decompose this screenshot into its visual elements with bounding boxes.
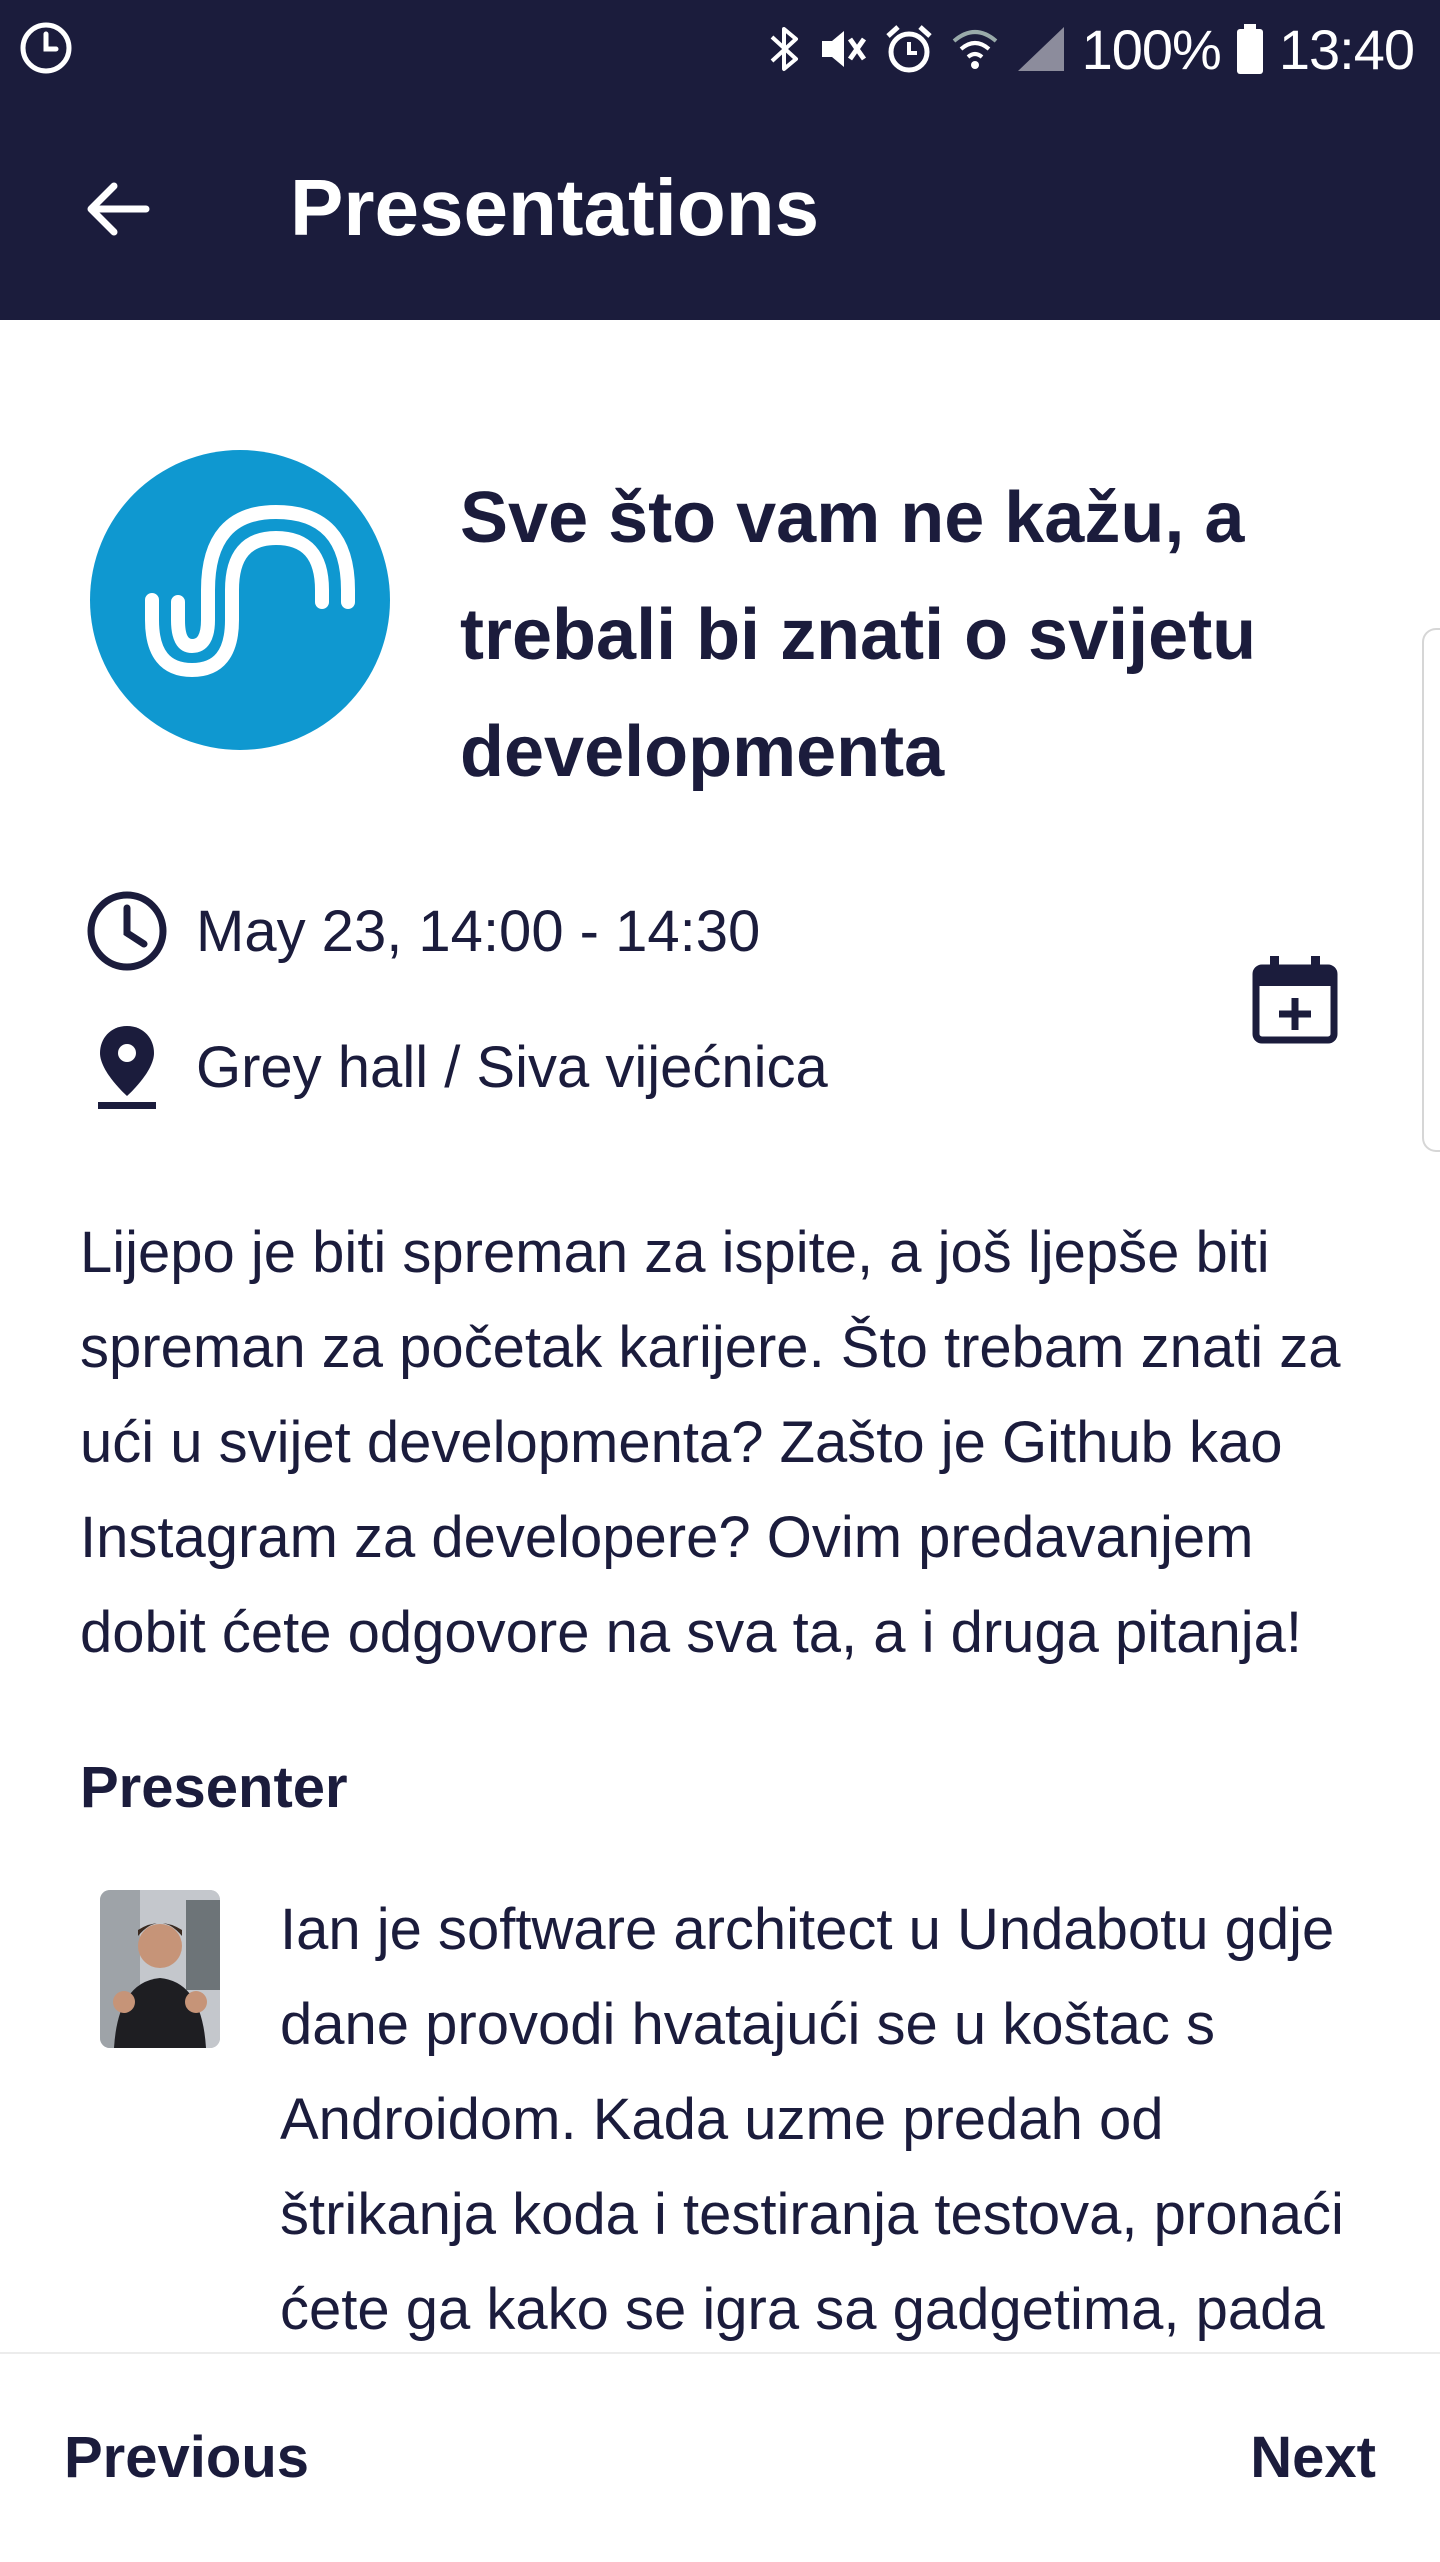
clock-icon <box>18 20 74 76</box>
page-title: Presentations <box>290 163 820 252</box>
bottom-navigation: Previous Next <box>0 2352 1440 2562</box>
vibrate-mute-icon <box>816 23 868 75</box>
battery-percent: 100% <box>1081 17 1222 81</box>
cell-signal-icon <box>1014 23 1068 75</box>
next-button[interactable]: Next <box>1250 2424 1376 2491</box>
calendar-add-icon <box>1252 956 1338 1044</box>
presenter-heading: Presenter <box>80 1755 348 1820</box>
location-pin-icon <box>80 1020 174 1114</box>
presentation-title: Sve što vam ne kažu, a trebali bi znati … <box>460 478 1257 792</box>
location-row: Grey hall / Siva vijećnica <box>80 1020 828 1114</box>
presenter-avatar[interactable] <box>100 1890 220 2048</box>
status-bar: 100% 13:40 <box>0 0 1440 98</box>
datetime-row: May 23, 14:00 - 14:30 <box>80 884 760 978</box>
app-bar: Presentations <box>0 98 1440 320</box>
status-time: 13:40 <box>1278 17 1415 81</box>
clock-icon <box>80 884 174 978</box>
battery-icon <box>1235 22 1265 76</box>
alarm-icon <box>882 22 936 76</box>
presentation-description: Lijepo je biti spreman za ispite, a još … <box>80 1220 1341 1665</box>
arrow-left-icon <box>87 182 150 236</box>
previous-button[interactable]: Previous <box>64 2424 309 2491</box>
presentation-location: Grey hall / Siva vijećnica <box>196 1034 828 1100</box>
presentation-datetime: May 23, 14:00 - 14:30 <box>196 898 761 964</box>
wifi-icon <box>950 23 1000 75</box>
add-to-calendar-button[interactable] <box>1240 945 1350 1055</box>
un-logo-icon <box>90 450 390 750</box>
bluetooth-icon <box>768 23 802 75</box>
back-button[interactable] <box>62 154 172 264</box>
scroll-indicator[interactable] <box>1422 628 1440 1152</box>
